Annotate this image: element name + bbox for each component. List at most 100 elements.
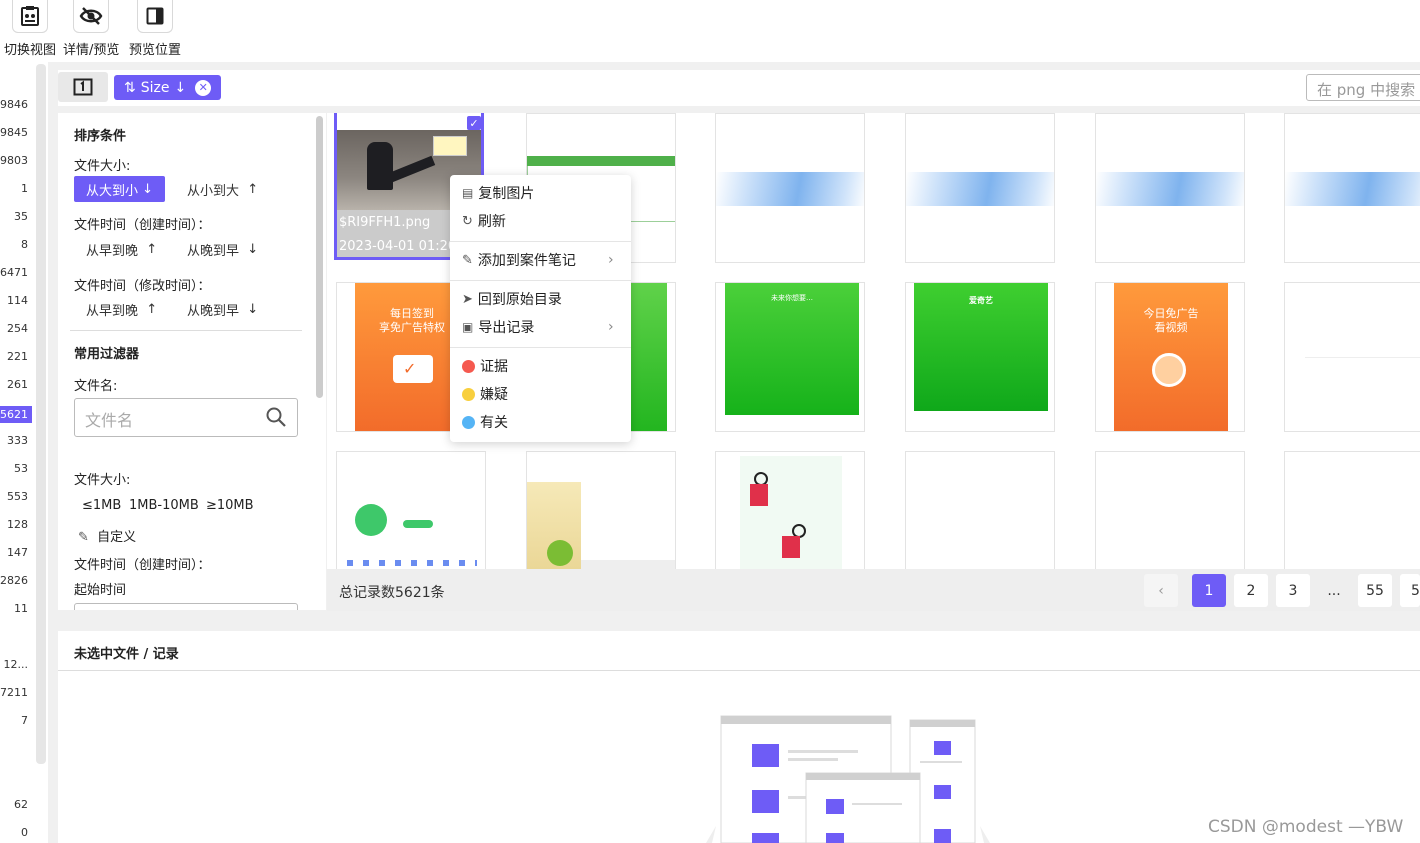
menu-add-note-label: 添加到案件笔记 xyxy=(477,253,576,269)
total-records: 总记录数5621条 xyxy=(339,585,445,601)
prev-page-button[interactable]: ‹ xyxy=(1144,574,1178,607)
thumbnail-item[interactable] xyxy=(905,113,1055,263)
thumbnail-item[interactable]: 今日免广告 看视频 xyxy=(1095,282,1245,432)
chevron-right-icon: › xyxy=(608,252,614,268)
view-mode-button[interactable] xyxy=(58,72,108,102)
page-button[interactable]: 2 xyxy=(1234,574,1268,607)
switch-view-tool[interactable]: 切换视图 xyxy=(4,0,56,58)
details-preview-label: 详情/预览 xyxy=(63,43,120,58)
preview-position-tool[interactable]: 预览位置 xyxy=(129,0,181,58)
sort-size-desc-button[interactable]: 从大到小 ↓ xyxy=(74,176,166,202)
left-count-item[interactable]: 7211 xyxy=(0,686,28,699)
start-time-input[interactable] xyxy=(74,603,298,610)
menu-add-note[interactable]: ✎ 添加到案件笔记 › xyxy=(462,250,622,270)
left-scrollbar[interactable] xyxy=(36,64,46,764)
menu-refresh[interactable]: ↻ 刷新 xyxy=(462,211,506,231)
filter-scrollbar[interactable] xyxy=(316,116,323,398)
thumbnail-item[interactable] xyxy=(715,113,865,263)
thumbnail-item[interactable] xyxy=(905,451,1055,569)
thumbnail-item[interactable] xyxy=(1284,282,1420,432)
left-count-item[interactable]: 147 xyxy=(7,546,28,559)
left-count-item[interactable]: 0 xyxy=(21,826,28,839)
thumbnail-item[interactable]: 未来你想要… xyxy=(715,282,865,432)
close-chip-icon[interactable]: ✕ xyxy=(195,79,212,96)
page-button[interactable]: 55 xyxy=(1358,574,1392,607)
left-count-item[interactable]: 221 xyxy=(7,350,28,363)
menu-tag-related-label: 有关 xyxy=(480,415,508,431)
export-icon: ▣ xyxy=(462,320,474,334)
sort-size-chip[interactable]: ⇅ Size ↓ ✕ xyxy=(114,75,222,100)
thumbnail-item[interactable] xyxy=(1095,451,1245,569)
left-count-item[interactable]: 553 xyxy=(7,490,28,503)
left-count-item[interactable]: 1 xyxy=(21,182,28,195)
left-count-item[interactable]: 7 xyxy=(21,714,28,727)
left-count-item[interactable]: 9845 xyxy=(0,126,28,139)
filename-label: 文件名: xyxy=(74,379,118,394)
left-count-item[interactable]: 9803 xyxy=(0,154,28,167)
menu-tag-related[interactable]: 有关 xyxy=(462,412,508,432)
size-le1-option[interactable]: ≤1MB xyxy=(82,498,121,513)
left-count-item[interactable]: 261 xyxy=(7,378,28,391)
left-count-item[interactable]: 128 xyxy=(7,518,28,531)
switch-view-icon xyxy=(12,0,48,33)
left-count-item[interactable]: 9846 xyxy=(0,98,28,111)
search-icon[interactable] xyxy=(265,406,287,432)
page-button[interactable]: 3 xyxy=(1276,574,1310,607)
modified-asc-button[interactable]: 从早到晚 ↑ xyxy=(74,296,169,322)
search-input[interactable]: 在 png 中搜索 xyxy=(1306,74,1420,101)
page-button[interactable]: 56 xyxy=(1400,574,1420,607)
left-count-item[interactable]: 6471 xyxy=(0,266,28,279)
thumbnail-item[interactable]: 爱奇艺 xyxy=(905,282,1055,432)
checkbox-checked-icon[interactable]: ✓ xyxy=(467,116,481,130)
arrow-down-icon: ↓ xyxy=(247,241,259,257)
common-filters-title: 常用过滤器 xyxy=(74,347,140,362)
left-count-item[interactable]: 5621 xyxy=(0,406,32,423)
thumbnail-item[interactable] xyxy=(1095,113,1245,263)
details-preview-tool[interactable]: 详情/预览 xyxy=(63,0,119,58)
panel-right-icon xyxy=(137,0,173,33)
yellow-dot-icon xyxy=(462,387,475,401)
thumbnail-item[interactable] xyxy=(336,451,486,569)
arrow-up-icon: ↑ xyxy=(247,181,259,197)
menu-tag-suspect[interactable]: 嫌疑 xyxy=(462,384,508,404)
filename-placeholder: 文件名 xyxy=(85,411,134,430)
left-count-item[interactable]: 53 xyxy=(14,462,28,475)
left-count-item[interactable]: 8 xyxy=(21,238,28,251)
sort-conditions-title: 排序条件 xyxy=(74,129,127,144)
size-1-10-option[interactable]: 1MB-10MB xyxy=(129,498,199,513)
thumbnail-item[interactable] xyxy=(1284,113,1420,263)
created-asc-label: 从早到晚 xyxy=(86,243,139,259)
left-count-item[interactable]: 254 xyxy=(7,322,28,335)
page-ellipsis: ... xyxy=(1327,582,1341,599)
menu-copy-image[interactable]: ▤ 复制图片 xyxy=(462,183,534,203)
edit-icon: ✎ xyxy=(462,252,473,268)
menu-back-dir[interactable]: ➤ 回到原始目录 xyxy=(462,289,562,309)
created-asc-button[interactable]: 从早到晚 ↑ xyxy=(74,236,169,262)
left-count-item[interactable]: 35 xyxy=(14,210,28,223)
left-count-item[interactable]: 333 xyxy=(7,434,28,447)
eye-off-icon xyxy=(73,0,110,33)
modified-desc-button[interactable]: 从晚到早 ↓ xyxy=(175,296,270,322)
left-count-item[interactable]: 12... xyxy=(4,658,29,671)
thumbnail-item[interactable] xyxy=(715,451,865,569)
sort-size-asc-button[interactable]: 从小到大 ↑ xyxy=(175,176,270,202)
thumbnail-item[interactable] xyxy=(1284,451,1420,569)
thumbnail-item[interactable] xyxy=(526,451,676,569)
left-count-item[interactable]: 2826 xyxy=(0,574,28,587)
menu-back-dir-label: 回到原始目录 xyxy=(477,292,562,308)
filename-input[interactable]: 文件名 xyxy=(74,398,298,437)
custom-size-label: 自定义 xyxy=(97,530,137,545)
size-ge10-option[interactable]: ≥10MB xyxy=(206,498,254,513)
menu-export[interactable]: ▣ 导出记录 › xyxy=(462,317,622,337)
arrow-down-icon: ↓ xyxy=(174,79,187,96)
left-count-item[interactable]: 62 xyxy=(14,798,28,811)
created-desc-button[interactable]: 从晚到早 ↓ xyxy=(175,236,270,262)
custom-size-option[interactable]: ✎ 自定义 xyxy=(78,526,136,545)
selected-time: 2023-04-01 01:20 xyxy=(339,239,457,254)
menu-tag-evidence-label: 证据 xyxy=(480,359,508,375)
page-button[interactable]: 1 xyxy=(1192,574,1226,607)
pencil-icon: ✎ xyxy=(78,530,89,545)
left-count-item[interactable]: 11 xyxy=(14,602,28,615)
menu-tag-evidence[interactable]: 证据 xyxy=(462,356,508,376)
left-count-item[interactable]: 114 xyxy=(7,294,28,307)
